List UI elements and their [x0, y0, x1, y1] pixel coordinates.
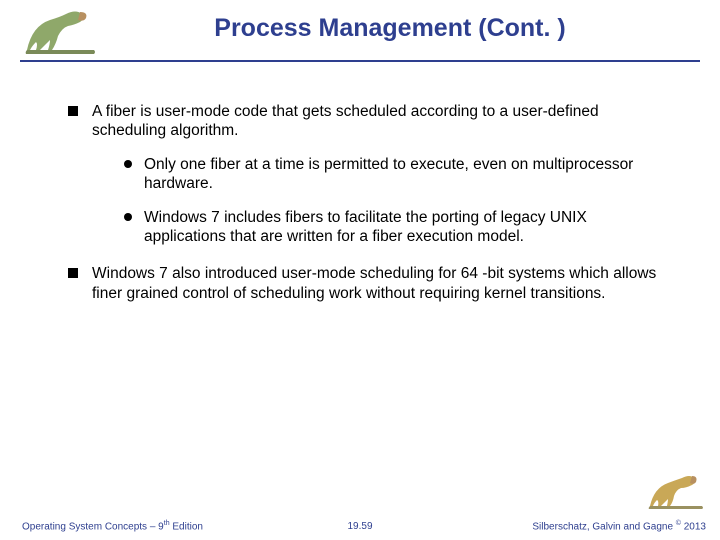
circle-bullet-icon: [124, 160, 132, 168]
bullet-level1: A fiber is user-mode code that gets sche…: [68, 102, 670, 246]
footer-authors: Silberschatz, Galvin and Gagne: [532, 521, 675, 532]
slide-footer: Operating System Concepts – 9th Edition …: [0, 512, 720, 532]
slide-title: Process Management (Cont. ): [20, 14, 700, 43]
square-bullet-icon: [68, 106, 78, 116]
footer-year: 2013: [681, 521, 706, 532]
bullet-1b-text: Windows 7 includes fibers to facilitate …: [144, 208, 670, 247]
slide-content: A fiber is user-mode code that gets sche…: [0, 62, 720, 303]
bullet-level2: Windows 7 includes fibers to facilitate …: [124, 208, 670, 247]
bullet-1-text: A fiber is user-mode code that gets sche…: [92, 103, 599, 139]
dinosaur-header-image: [22, 6, 100, 56]
square-bullet-icon: [68, 268, 78, 278]
dinosaur-footer-image: [646, 472, 706, 510]
slide-header: Process Management (Cont. ): [0, 0, 720, 62]
bullet-level2: Only one fiber at a time is permitted to…: [124, 155, 670, 194]
bullet-text: A fiber is user-mode code that gets sche…: [92, 102, 670, 246]
bullet-1a-text: Only one fiber at a time is permitted to…: [144, 155, 670, 194]
bullet-level1: Windows 7 also introduced user-mode sche…: [68, 264, 670, 303]
bullet-2-text: Windows 7 also introduced user-mode sche…: [92, 264, 670, 303]
footer-right: Silberschatz, Galvin and Gagne © 2013: [532, 520, 706, 532]
slide: Process Management (Cont. ) A fiber is u…: [0, 0, 720, 540]
circle-bullet-icon: [124, 213, 132, 221]
header-divider: [20, 60, 700, 62]
